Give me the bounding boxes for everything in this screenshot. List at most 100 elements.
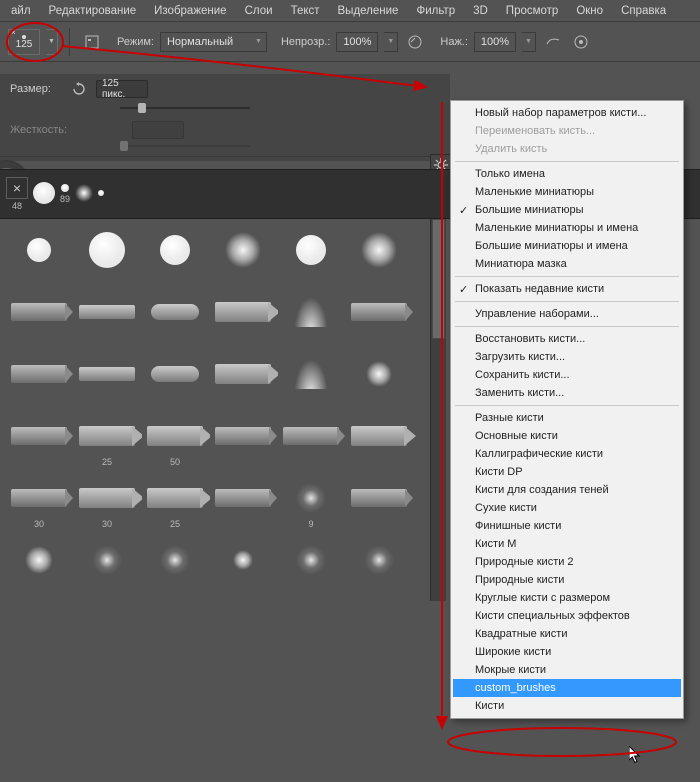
brush-preset[interactable] xyxy=(210,411,276,471)
brush-preset[interactable] xyxy=(278,535,344,595)
brush-preset[interactable] xyxy=(346,349,412,409)
brush-preset-swatch[interactable]: × 125 xyxy=(8,29,40,55)
brush-preset[interactable] xyxy=(346,287,412,347)
pressure-opacity-icon[interactable] xyxy=(404,31,426,53)
menu-item[interactable]: Природные кисти xyxy=(453,571,681,589)
brush-preset[interactable]: 25 xyxy=(74,411,140,471)
menu-item[interactable]: Восстановить кисти... xyxy=(453,330,681,348)
menu-item[interactable]: ✓Большие миниатюры xyxy=(453,201,681,219)
brush-preset[interactable] xyxy=(278,225,344,285)
menu-item[interactable]: Финишные кисти xyxy=(453,517,681,535)
menu-item[interactable]: Сохранить кисти... xyxy=(453,366,681,384)
brush-preset[interactable] xyxy=(74,535,140,595)
flow-field[interactable]: 100% xyxy=(474,32,516,52)
brush-preset[interactable] xyxy=(142,225,208,285)
menu-item[interactable]: Квадратные кисти xyxy=(453,625,681,643)
recent-brush[interactable] xyxy=(98,190,104,198)
brush-preset[interactable] xyxy=(210,349,276,409)
menu-item[interactable]: Широкие кисти xyxy=(453,643,681,661)
brush-preset[interactable] xyxy=(210,287,276,347)
size-input[interactable]: 125 пикс. xyxy=(96,80,148,98)
menu-item[interactable]: Кисти DP xyxy=(453,463,681,481)
brush-preset[interactable] xyxy=(278,349,344,409)
brush-preset[interactable] xyxy=(74,287,140,347)
menu-item[interactable]: Основные кисти xyxy=(453,427,681,445)
brush-preset[interactable] xyxy=(278,287,344,347)
menu-3d[interactable]: 3D xyxy=(464,5,497,17)
menu-item[interactable]: Маленькие миниатюры и имена xyxy=(453,219,681,237)
brush-preset[interactable]: 50 xyxy=(142,411,208,471)
recent-brush[interactable] xyxy=(33,182,55,206)
pressure-size-icon[interactable] xyxy=(570,31,592,53)
recent-brush[interactable]: ×48 xyxy=(6,177,28,211)
brush-preset[interactable] xyxy=(6,287,72,347)
brush-preset[interactable] xyxy=(6,225,72,285)
menu-item[interactable]: Кисти для создания теней xyxy=(453,481,681,499)
brush-preset[interactable] xyxy=(142,349,208,409)
brush-preset[interactable] xyxy=(346,225,412,285)
menu-edit[interactable]: Редактирование xyxy=(40,5,146,17)
menu-filter[interactable]: Фильтр xyxy=(407,5,464,17)
menu-item[interactable]: Новый набор параметров кисти... xyxy=(453,104,681,122)
menu-file[interactable]: айл xyxy=(2,5,40,17)
recent-brush[interactable]: 89 xyxy=(60,184,70,204)
opacity-field[interactable]: 100% xyxy=(336,32,378,52)
menu-text[interactable]: Текст xyxy=(282,5,329,17)
menu-item[interactable]: Миниатюра мазка xyxy=(453,255,681,273)
brush-preset[interactable] xyxy=(346,411,412,471)
brush-preset[interactable]: 30 xyxy=(74,473,140,533)
flow-dropdown[interactable]: ▼ xyxy=(522,32,536,52)
brush-preset[interactable]: 9 xyxy=(278,473,344,533)
menu-view[interactable]: Просмотр xyxy=(497,5,568,17)
menu-select[interactable]: Выделение xyxy=(329,5,408,17)
menu-item[interactable]: Загрузить кисти... xyxy=(453,348,681,366)
menu-item[interactable]: ✓Показать недавние кисти xyxy=(453,280,681,298)
menu-item[interactable]: Управление наборами... xyxy=(453,305,681,323)
brush-preset[interactable]: 25 xyxy=(142,473,208,533)
menu-item[interactable]: Кисти xyxy=(453,697,681,715)
menu-item[interactable]: Сухие кисти xyxy=(453,499,681,517)
brush-preset[interactable] xyxy=(210,473,276,533)
brush-preset[interactable] xyxy=(6,535,72,595)
menu-item[interactable]: Разные кисти xyxy=(453,409,681,427)
menu-item[interactable]: Кисти M xyxy=(453,535,681,553)
size-slider[interactable] xyxy=(120,104,250,112)
menu-item[interactable]: Мокрые кисти xyxy=(453,661,681,679)
hardness-slider[interactable] xyxy=(120,142,250,150)
brush-preset[interactable] xyxy=(210,535,276,595)
brush-preset[interactable] xyxy=(278,411,344,471)
airbrush-toggle[interactable] xyxy=(542,31,564,53)
brush-grid-scrollbar[interactable] xyxy=(430,219,446,601)
opacity-dropdown[interactable]: ▼ xyxy=(384,32,398,52)
hardness-input[interactable] xyxy=(132,121,184,139)
brush-preset[interactable] xyxy=(142,535,208,595)
reset-icon[interactable] xyxy=(68,78,90,100)
menu-item[interactable]: Природные кисти 2 xyxy=(453,553,681,571)
menu-item[interactable]: Маленькие миниатюры xyxy=(453,183,681,201)
brush-panel-toggle[interactable] xyxy=(81,31,103,53)
brush-preset[interactable] xyxy=(6,411,72,471)
menu-item[interactable]: Каллиграфические кисти xyxy=(453,445,681,463)
brush-preset[interactable]: 30 xyxy=(6,473,72,533)
menu-bar[interactable]: айл Редактирование Изображение Слои Текс… xyxy=(0,0,700,22)
brush-preset[interactable] xyxy=(142,287,208,347)
menu-window[interactable]: Окно xyxy=(567,5,612,17)
menu-item[interactable]: custom_brushes xyxy=(453,679,681,697)
blend-mode-dropdown[interactable]: Нормальный▼ xyxy=(160,32,267,52)
menu-item[interactable]: Большие миниатюры и имена xyxy=(453,237,681,255)
menu-layers[interactable]: Слои xyxy=(236,5,282,17)
brush-preset-dropdown[interactable]: ▼ xyxy=(46,29,58,55)
brush-preset[interactable] xyxy=(346,535,412,595)
brush-preset[interactable] xyxy=(346,473,412,533)
menu-image[interactable]: Изображение xyxy=(145,5,235,17)
menu-help[interactable]: Справка xyxy=(612,5,675,17)
brush-preset[interactable] xyxy=(210,225,276,285)
brush-preset[interactable] xyxy=(74,225,140,285)
recent-brush[interactable] xyxy=(75,184,93,204)
menu-item[interactable]: Заменить кисти... xyxy=(453,384,681,402)
menu-item[interactable]: Круглые кисти с размером xyxy=(453,589,681,607)
menu-item[interactable]: Только имена xyxy=(453,165,681,183)
scrollbar-thumb[interactable] xyxy=(432,219,445,339)
menu-item[interactable]: Кисти специальных эффектов xyxy=(453,607,681,625)
brush-preset[interactable] xyxy=(74,349,140,409)
